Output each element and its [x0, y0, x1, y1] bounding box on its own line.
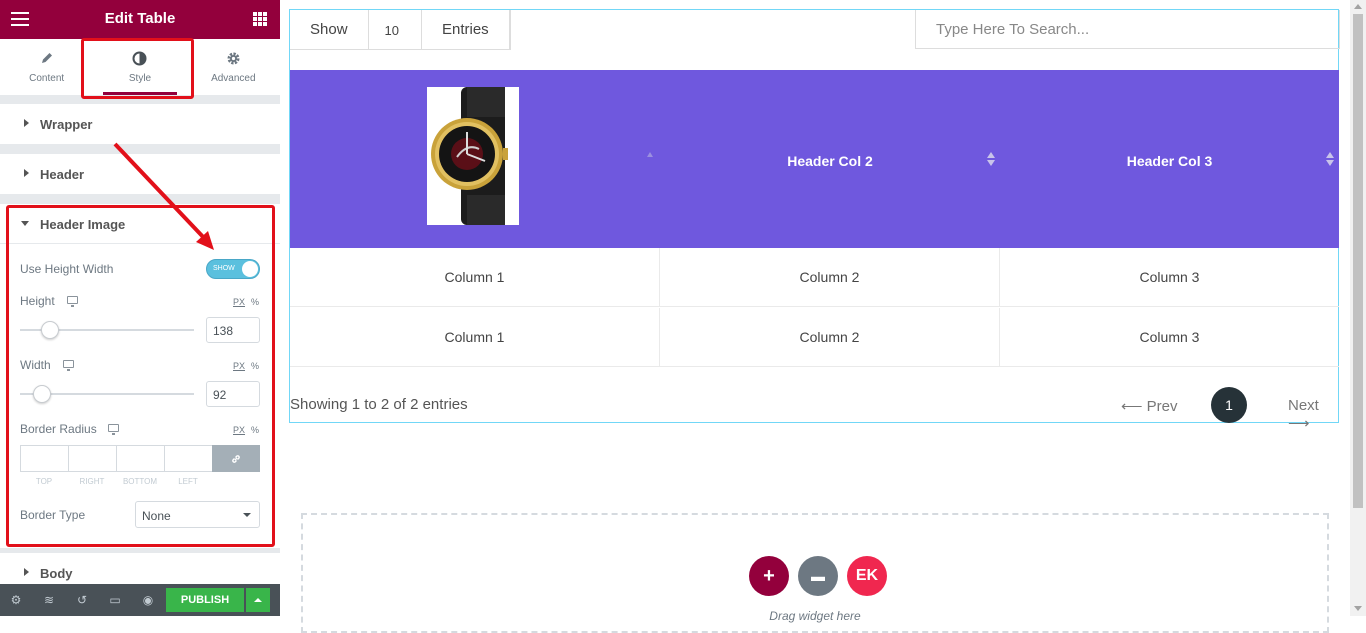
widgets-grid-icon[interactable] — [253, 12, 267, 26]
pencil-icon — [0, 51, 93, 67]
highlight-box-header-image — [6, 205, 275, 547]
header-col-2-label: Header Col 2 — [787, 153, 873, 169]
header-col-1[interactable] — [290, 70, 660, 248]
table-cell: Column 1 — [290, 308, 660, 367]
table-cell: Column 3 — [1139, 269, 1200, 285]
header-col-3[interactable]: Header Col 3 — [1000, 70, 1339, 248]
table-cell: Column 1 — [290, 248, 660, 307]
caret-right-icon — [24, 119, 29, 127]
section-header[interactable]: Header — [0, 154, 280, 194]
sort-icon[interactable] — [647, 152, 655, 166]
page-scrollbar[interactable] — [1350, 0, 1366, 616]
next-label: Next — [1288, 397, 1319, 414]
add-section-button[interactable]: + — [749, 556, 789, 596]
settings-icon[interactable]: ⚙ — [9, 593, 23, 607]
next-page-button[interactable]: Next ⟶ — [1288, 397, 1338, 432]
scroll-up-icon[interactable] — [1354, 4, 1362, 9]
panel-title: Edit Table — [104, 10, 176, 27]
scrollbar-thumb[interactable] — [1353, 14, 1363, 508]
gear-icon — [187, 51, 280, 67]
prev-label: Prev — [1146, 398, 1178, 415]
tab-advanced[interactable]: Advanced — [187, 39, 280, 95]
tab-content-label: Content — [29, 73, 65, 84]
dropzone-text: Drag widget here — [769, 609, 861, 623]
arrow-right-icon: ⟶ — [1288, 415, 1310, 432]
tab-content[interactable]: Content — [0, 39, 93, 95]
table-row: Column 1 Column 2 Column 3 — [290, 308, 1339, 367]
caret-right-icon — [24, 169, 29, 177]
show-label: Show — [290, 10, 369, 50]
table-cell: Column 2 — [660, 248, 1000, 307]
sort-icon[interactable] — [987, 152, 995, 166]
publish-button[interactable]: PUBLISH — [166, 588, 244, 612]
preview-eye-icon[interactable]: ◉ — [141, 593, 155, 607]
table-cell: Column 3 — [1139, 329, 1200, 345]
table-row: Column 1 Column 2 Column 3 — [290, 248, 1339, 307]
elementskit-icon[interactable]: EK — [847, 556, 887, 596]
table-search-input[interactable]: Type Here To Search... — [915, 10, 1340, 49]
caret-right-icon — [24, 568, 29, 576]
panel-header: Edit Table — [0, 0, 280, 39]
section-body-label: Body — [40, 566, 73, 581]
arrow-left-icon: ⟵ — [1121, 398, 1147, 415]
preview-canvas: Show 10 Entries Type Here To Search... H… — [280, 0, 1350, 633]
table-info-text: Showing 1 to 2 of 2 entries — [290, 396, 468, 413]
add-template-folder-icon[interactable]: ▬ — [798, 556, 838, 596]
widget-dropzone[interactable]: + ▬ EK Drag widget here — [301, 513, 1329, 633]
editor-panel: Edit Table Content Style Advanced Wrappe… — [0, 0, 280, 616]
table-cell: Column 2 — [660, 308, 1000, 367]
header-watch-image — [427, 87, 519, 225]
entries-label: Entries — [422, 10, 510, 50]
highlight-box-style-tab — [81, 38, 194, 99]
history-icon[interactable]: ↺ — [75, 593, 89, 607]
header-col-3-label: Header Col 3 — [1126, 153, 1213, 169]
entries-count-select[interactable]: 10 — [369, 10, 422, 50]
entries-length-control: Show 10 Entries — [290, 10, 511, 50]
layers-icon[interactable]: ≋ — [42, 593, 56, 607]
section-wrapper-label: Wrapper — [40, 117, 93, 132]
tab-advanced-label: Advanced — [211, 73, 256, 84]
page-1-button[interactable]: 1 — [1211, 387, 1247, 423]
table-header-row: Header Col 2 Header Col 3 — [290, 70, 1339, 248]
prev-page-button[interactable]: ⟵ Prev — [1121, 397, 1178, 415]
data-table-widget[interactable]: Show 10 Entries Type Here To Search... H… — [289, 9, 1340, 432]
sort-icon[interactable] — [1326, 152, 1334, 166]
responsive-icon[interactable]: ▭ — [108, 593, 122, 607]
header-col-2[interactable]: Header Col 2 — [660, 70, 1000, 248]
section-wrapper[interactable]: Wrapper — [0, 104, 280, 144]
panel-footer: ⚙ ≋ ↺ ▭ ◉ PUBLISH — [0, 584, 280, 616]
section-header-label: Header — [40, 167, 85, 182]
publish-options-button[interactable] — [246, 588, 270, 612]
scroll-down-icon[interactable] — [1354, 606, 1362, 611]
